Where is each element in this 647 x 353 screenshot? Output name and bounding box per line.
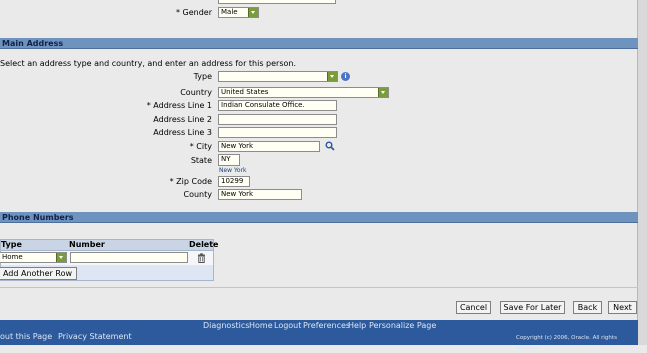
state-input[interactable]: NY bbox=[218, 154, 240, 166]
chevron-down-icon[interactable] bbox=[378, 88, 388, 97]
country-select[interactable]: United States bbox=[218, 87, 389, 98]
address-type-select[interactable] bbox=[218, 71, 338, 82]
chevron-down-icon[interactable] bbox=[56, 253, 66, 262]
org-field-partial[interactable] bbox=[218, 0, 336, 4]
state-hint: New York bbox=[219, 167, 247, 174]
chevron-down-icon[interactable] bbox=[327, 72, 337, 81]
county-input[interactable]: New York bbox=[218, 189, 302, 200]
main-address-header: Main Address bbox=[0, 38, 638, 49]
footer-link-home[interactable]: Home bbox=[249, 321, 273, 331]
address-line1-input[interactable]: Indian Consulate Office. bbox=[218, 100, 337, 111]
phone-table: Type Number Delete Home Add Another Row bbox=[0, 239, 218, 281]
footer: Diagnostics Home Logout Preferences Help… bbox=[0, 320, 638, 351]
country-label: Country bbox=[180, 88, 212, 97]
gender-label: * Gender bbox=[175, 8, 212, 17]
footer-link-logout[interactable]: Logout bbox=[274, 321, 301, 331]
add-another-row-button[interactable]: Add Another Row bbox=[0, 267, 77, 280]
footer-link-preferences[interactable]: Preferences bbox=[303, 321, 350, 331]
col-number: Number bbox=[69, 240, 105, 249]
phone-table-header-row: Type Number Delete bbox=[1, 240, 218, 251]
address-line1-label: * Address Line 1 bbox=[146, 101, 212, 110]
table-row: Home bbox=[0, 251, 213, 265]
actions-divider bbox=[0, 287, 638, 288]
type-label: Type bbox=[193, 72, 212, 81]
cancel-button[interactable]: Cancel bbox=[456, 301, 491, 314]
state-label: State bbox=[190, 156, 212, 165]
gender-select[interactable]: Male bbox=[218, 7, 259, 18]
zip-code-input[interactable]: 10299 bbox=[218, 176, 250, 187]
address-line2-input[interactable] bbox=[218, 114, 337, 125]
chevron-down-icon[interactable] bbox=[248, 8, 258, 17]
footer-link-diagnostics[interactable]: Diagnostics bbox=[203, 321, 249, 331]
search-icon[interactable] bbox=[325, 141, 335, 151]
phone-numbers-header: Phone Numbers bbox=[0, 212, 638, 223]
col-delete: Delete bbox=[189, 240, 219, 249]
footer-link-help[interactable]: Help bbox=[348, 321, 366, 331]
window-frame-right bbox=[637, 0, 647, 345]
city-input[interactable]: New York bbox=[218, 141, 320, 152]
footer-copyright: Copyright (c) 2006, Oracle. All rights r… bbox=[516, 335, 617, 351]
city-label: * City bbox=[189, 142, 212, 151]
footer-link-personalize-page[interactable]: Personalize Page bbox=[369, 321, 436, 331]
phone-number-input[interactable] bbox=[70, 252, 188, 263]
zip-code-label: * Zip Code bbox=[169, 177, 212, 186]
save-for-later-button[interactable]: Save For Later bbox=[500, 301, 565, 314]
county-label: County bbox=[183, 190, 213, 199]
col-type: Type bbox=[1, 240, 22, 249]
footer-privacy-link[interactable]: Privacy Statement bbox=[58, 332, 132, 342]
next-button[interactable]: Next bbox=[608, 301, 637, 314]
trash-icon[interactable] bbox=[197, 253, 206, 263]
back-button[interactable]: Back bbox=[573, 301, 602, 314]
phone-type-value: Home bbox=[2, 253, 23, 261]
country-value: United States bbox=[221, 88, 269, 96]
address-line3-input[interactable] bbox=[218, 127, 337, 138]
gender-value: Male bbox=[221, 8, 238, 16]
info-icon[interactable]: i bbox=[341, 72, 350, 81]
footer-about-page-link[interactable]: out this Page bbox=[0, 332, 52, 342]
phone-type-select[interactable]: Home bbox=[0, 252, 67, 263]
address-instruction: Select an address type and country, and … bbox=[0, 59, 297, 68]
address-line2-label: Address Line 2 bbox=[153, 115, 212, 124]
address-line3-label: Address Line 3 bbox=[153, 128, 212, 137]
